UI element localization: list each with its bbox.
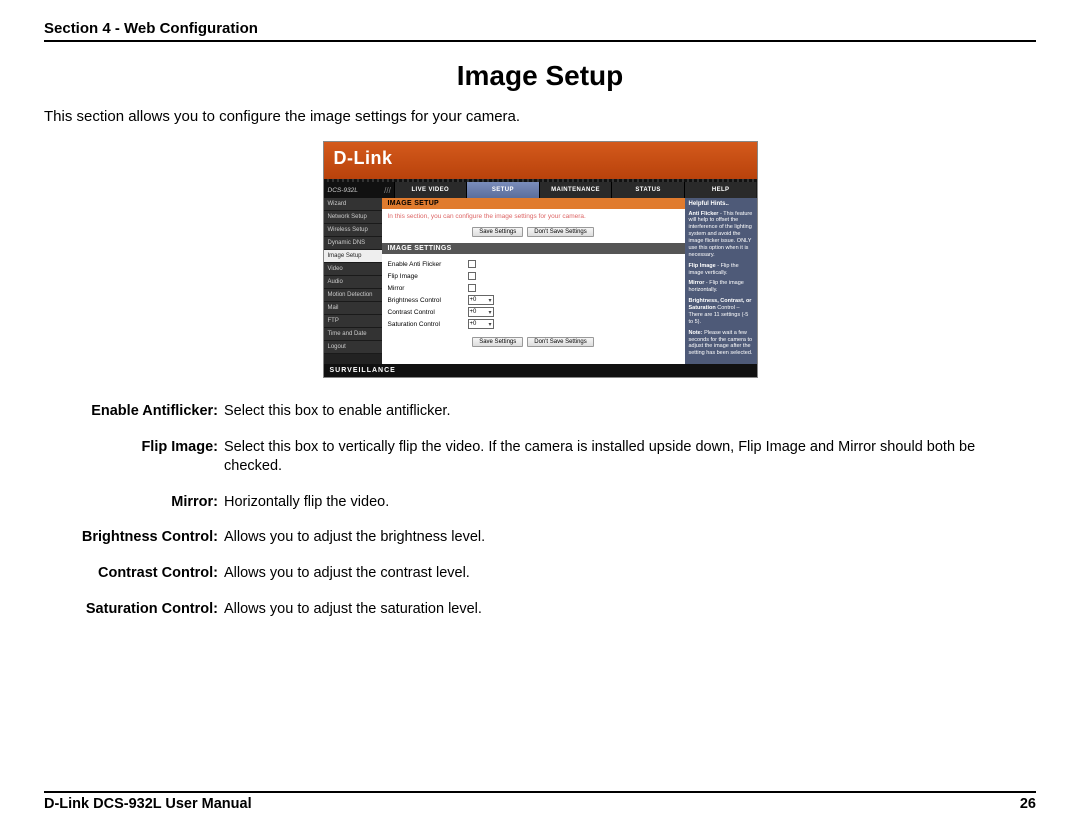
section-note: In this section, you can configure the i…: [382, 209, 685, 224]
center-panel: IMAGE SETUP In this section, you can con…: [382, 198, 685, 364]
intro-text: This section allows you to configure the…: [44, 108, 1036, 125]
sidebar-item-ftp[interactable]: FTP: [324, 315, 382, 328]
def-saturation: Saturation Control: Allows you to adjust…: [44, 600, 1036, 620]
def-label: Mirror:: [44, 493, 224, 513]
sidebar-item-mail[interactable]: Mail: [324, 302, 382, 315]
hints-title: Helpful Hints..: [689, 201, 753, 209]
dont-save-button-2[interactable]: Don't Save Settings: [527, 337, 594, 347]
hint-note: Note: Please wait a few seconds for the …: [689, 330, 753, 358]
def-label: Enable Antiflicker:: [44, 402, 224, 422]
def-text: Select this box to vertically flip the v…: [224, 438, 1036, 477]
sidebar-item-image-setup[interactable]: Image Setup: [324, 250, 382, 263]
section-label: Section 4 - Web Configuration: [44, 20, 258, 37]
chevron-down-icon: ▾: [488, 309, 491, 316]
save-button[interactable]: Save Settings: [472, 227, 523, 237]
screenshot-wrapper: D-Link DCS-932L /// LIVE VIDEO SETUP MAI…: [44, 141, 1036, 378]
sidebar-item-network[interactable]: Network Setup: [324, 211, 382, 224]
manual-title: D-Link DCS-932L User Manual: [44, 796, 252, 812]
page-number: 26: [1020, 796, 1036, 812]
def-text: Allows you to adjust the brightness leve…: [224, 528, 1036, 548]
row-contrast: Contrast Control +0▾: [388, 306, 679, 318]
button-row-top: Save Settings Don't Save Settings: [382, 224, 685, 243]
select-brightness[interactable]: +0▾: [468, 295, 494, 305]
settings-area: Enable Anti Flicker Flip Image Mirror Br…: [382, 254, 685, 334]
sidebar-item-time[interactable]: Time and Date: [324, 328, 382, 341]
row-saturation: Saturation Control +0▾: [388, 318, 679, 330]
hint-antiflicker: Anti Flicker - This feature will help to…: [689, 211, 753, 259]
label-contrast: Contrast Control: [388, 309, 468, 316]
def-text: Horizontally flip the video.: [224, 493, 1036, 513]
def-brightness: Brightness Control: Allows you to adjust…: [44, 528, 1036, 548]
hints-panel: Helpful Hints.. Anti Flicker - This feat…: [685, 198, 757, 364]
page-title: Image Setup: [44, 60, 1036, 92]
def-text: Select this box to enable antiflicker.: [224, 402, 1036, 422]
row-flip: Flip Image: [388, 270, 679, 282]
body: Wizard Network Setup Wireless Setup Dyna…: [324, 198, 757, 364]
dlink-ui-screenshot: D-Link DCS-932L /// LIVE VIDEO SETUP MAI…: [323, 141, 758, 378]
row-antiflicker: Enable Anti Flicker: [388, 258, 679, 270]
tab-live-video[interactable]: LIVE VIDEO: [394, 182, 467, 198]
banner-strip: [324, 179, 757, 182]
checkbox-flip[interactable]: [468, 272, 476, 280]
banner: D-Link: [324, 142, 757, 182]
label-flip: Flip Image: [388, 273, 468, 280]
tab-help[interactable]: HELP: [684, 182, 757, 198]
def-text: Allows you to adjust the saturation leve…: [224, 600, 1036, 620]
hint-flip: Flip Image - Flip the image vertically.: [689, 263, 753, 277]
nav-decoration: ///: [382, 182, 394, 198]
def-label: Contrast Control:: [44, 564, 224, 584]
checkbox-mirror[interactable]: [468, 284, 476, 292]
def-label: Flip Image:: [44, 438, 224, 477]
checkbox-antiflicker[interactable]: [468, 260, 476, 268]
tab-status[interactable]: STATUS: [611, 182, 684, 198]
label-mirror: Mirror: [388, 285, 468, 292]
shot-footer: SURVEILLANCE: [324, 364, 757, 377]
model-label: DCS-932L: [324, 182, 382, 198]
sidebar-item-motion[interactable]: Motion Detection: [324, 289, 382, 302]
top-nav: DCS-932L /// LIVE VIDEO SETUP MAINTENANC…: [324, 182, 757, 198]
def-contrast: Contrast Control: Allows you to adjust t…: [44, 564, 1036, 584]
sidebar: Wizard Network Setup Wireless Setup Dyna…: [324, 198, 382, 364]
label-antiflicker: Enable Anti Flicker: [388, 261, 468, 268]
row-mirror: Mirror: [388, 282, 679, 294]
save-button-2[interactable]: Save Settings: [472, 337, 523, 347]
button-row-bottom: Save Settings Don't Save Settings: [382, 334, 685, 353]
sidebar-item-wizard[interactable]: Wizard: [324, 198, 382, 211]
def-mirror: Mirror: Horizontally flip the video.: [44, 493, 1036, 513]
def-antiflicker: Enable Antiflicker: Select this box to e…: [44, 402, 1036, 422]
sidebar-item-logout[interactable]: Logout: [324, 341, 382, 354]
chevron-down-icon: ▾: [488, 297, 491, 304]
definitions: Enable Antiflicker: Select this box to e…: [44, 402, 1036, 619]
brand-logo: D-Link: [334, 148, 393, 169]
section-title-bar: IMAGE SETUP: [382, 198, 685, 209]
sidebar-item-video[interactable]: Video: [324, 263, 382, 276]
settings-title-bar: IMAGE SETTINGS: [382, 243, 685, 254]
tab-maintenance[interactable]: MAINTENANCE: [539, 182, 612, 198]
sidebar-item-audio[interactable]: Audio: [324, 276, 382, 289]
def-label: Brightness Control:: [44, 528, 224, 548]
def-text: Allows you to adjust the contrast level.: [224, 564, 1036, 584]
tab-setup[interactable]: SETUP: [466, 182, 539, 198]
def-label: Saturation Control:: [44, 600, 224, 620]
label-saturation: Saturation Control: [388, 321, 468, 328]
label-brightness: Brightness Control: [388, 297, 468, 304]
select-saturation[interactable]: +0▾: [468, 319, 494, 329]
hint-mirror: Mirror - Flip the image horizontally.: [689, 280, 753, 294]
page-footer: D-Link DCS-932L User Manual 26: [44, 791, 1036, 812]
page-header: Section 4 - Web Configuration: [44, 20, 1036, 42]
dont-save-button[interactable]: Don't Save Settings: [527, 227, 594, 237]
select-contrast[interactable]: +0▾: [468, 307, 494, 317]
chevron-down-icon: ▾: [488, 321, 491, 328]
sidebar-item-ddns[interactable]: Dynamic DNS: [324, 237, 382, 250]
def-flip: Flip Image: Select this box to verticall…: [44, 438, 1036, 477]
sidebar-item-wireless[interactable]: Wireless Setup: [324, 224, 382, 237]
hint-bcs: Brightness, Contrast, or Saturation Cont…: [689, 298, 753, 326]
row-brightness: Brightness Control +0▾: [388, 294, 679, 306]
